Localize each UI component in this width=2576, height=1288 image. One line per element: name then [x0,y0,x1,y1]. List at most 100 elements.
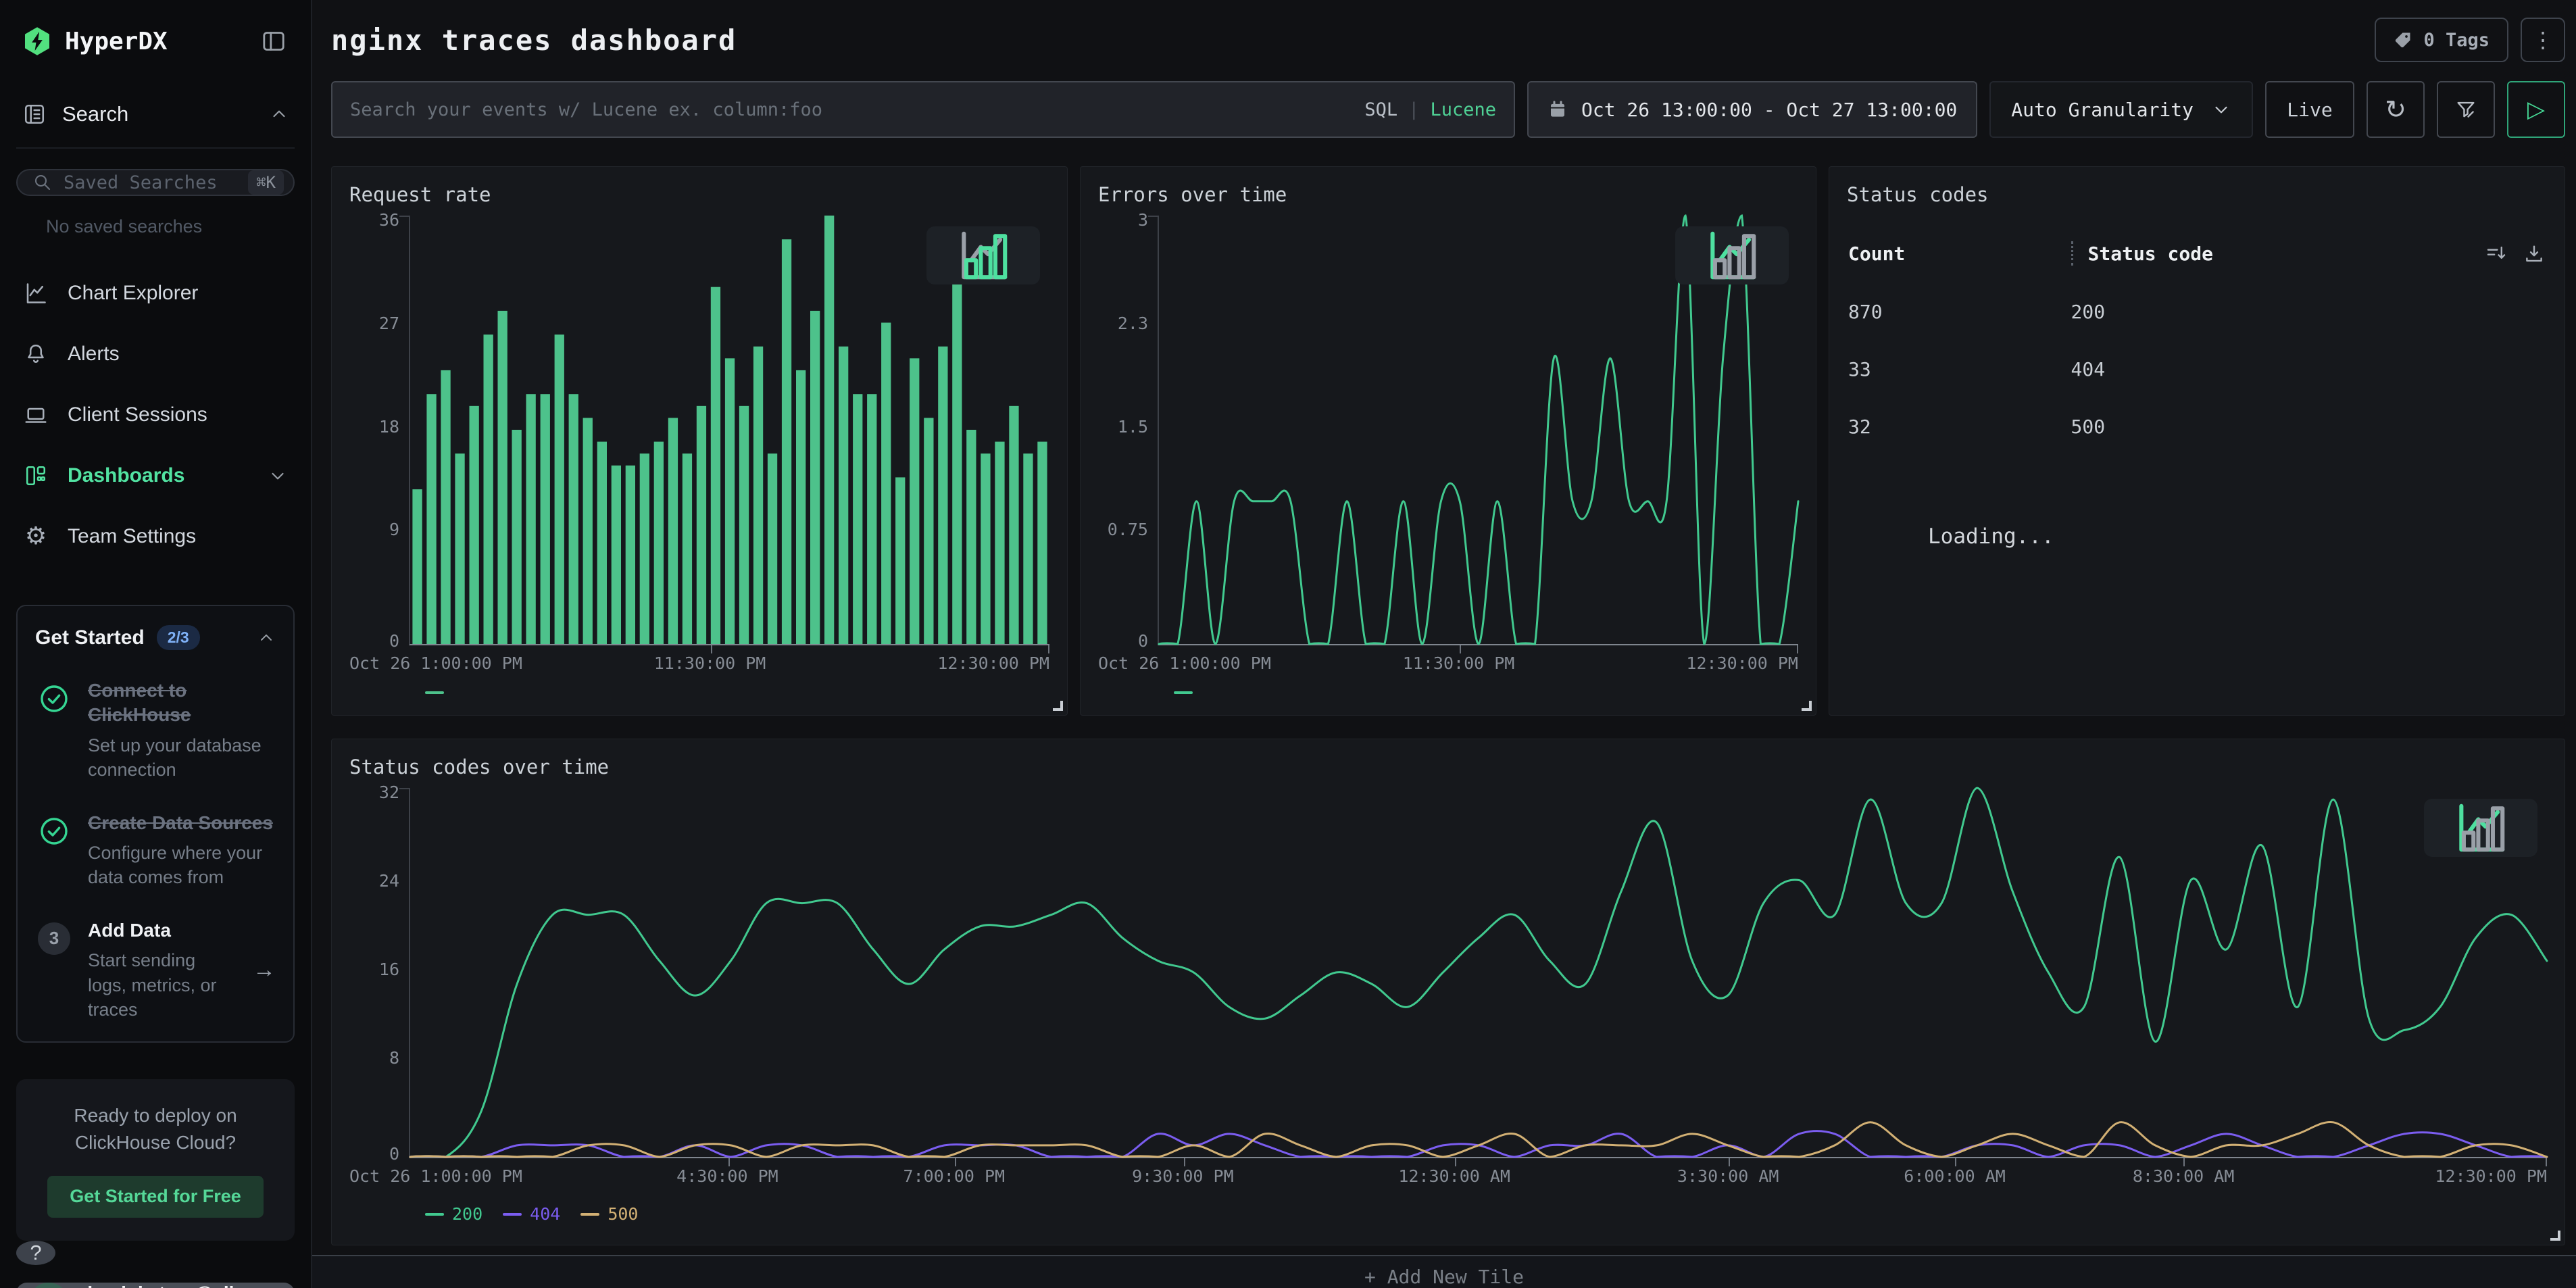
search-section-label: Search [62,102,254,126]
bar [753,347,763,644]
bar [952,228,962,644]
table-row[interactable]: 32500 [1847,416,2547,438]
loading-text: Loading... [1928,524,2547,549]
get-started-step-2[interactable]: Create Data Sources Configure where your… [35,811,276,890]
query-language-toggle[interactable]: SQL | Lucene [1364,99,1496,120]
legend-dash [425,691,444,694]
panel-title: Request rate [349,183,1049,206]
chevron-up-icon[interactable] [257,628,276,647]
tags-button-label: 0 Tags [2423,30,2490,51]
chevron-up-icon[interactable] [269,104,289,124]
bar [455,453,464,644]
bar [966,430,976,644]
table-body: 870200 33404 32500 [1847,301,2547,438]
bar [867,394,876,644]
bar-chart-icon[interactable] [2490,814,2519,842]
y-axis-tick-label: 2.3 [1118,315,1148,332]
sidebar-item-alerts[interactable]: Alerts [16,324,295,385]
panel-errors-over-time: Errors over time 32.31.50.750 Oct 26 1:0… [1080,166,1816,716]
bar [526,394,536,644]
chart-legend [1174,691,1798,694]
bar [668,418,678,644]
chart-view-toggle[interactable] [2424,799,2537,857]
x-axis-labels: Oct 26 1:00:00 PM11:30:00 PM12:30:00 PM [409,653,1049,678]
x-axis-tick-label: 12:30:00 PM [937,653,1049,673]
chevron-down-icon[interactable] [268,466,288,486]
bar-chart-icon[interactable] [993,241,1021,270]
cell-status-code: 500 [2071,416,2547,438]
chevron-down-icon [2211,99,2231,120]
download-icon[interactable] [2523,243,2546,266]
brand-name: HyperDX [65,28,246,55]
resize-handle[interactable] [1053,701,1063,711]
x-axis-tick-label: Oct 26 1:00:00 PM [349,1166,522,1186]
column-header-status-code[interactable]: Status code [2088,243,2547,265]
column-header-count[interactable]: Count [1847,243,2071,265]
sidebar-item-client-sessions[interactable]: Client Sessions [16,385,295,445]
resize-handle[interactable] [2550,1231,2560,1241]
y-axis-tick-label: 1.5 [1118,418,1148,435]
refresh-button[interactable]: ↻ [2367,81,2425,138]
y-axis-tick-label: 0 [389,1145,399,1162]
y-axis-tick-label: 18 [379,418,399,435]
chart-view-toggle[interactable] [1675,226,1789,284]
legend-label: 500 [608,1204,638,1224]
chart-view-toggle[interactable] [926,226,1040,284]
get-started-free-button[interactable]: Get Started for Free [47,1176,264,1218]
sql-toggle[interactable]: SQL [1364,99,1397,120]
bar [824,216,834,644]
add-new-tile-button[interactable]: + Add New Tile [312,1255,2576,1288]
sidebar-item-dashboards[interactable]: Dashboards [16,445,295,506]
x-axis-tick-label: 8:30:00 AM [2133,1166,2235,1186]
x-axis-tick-label: 3:30:00 AM [1677,1166,1779,1186]
sidebar-item-chart-explorer[interactable]: Chart Explorer [16,263,295,324]
bar [725,358,735,644]
bar [1009,406,1018,644]
filter-button[interactable] [2437,81,2495,138]
y-axis: 36271890 [349,216,409,645]
sort-icon[interactable] [2485,243,2508,266]
get-started-step-1[interactable]: Connect to ClickHouse Set up your databa… [35,678,276,783]
granularity-select[interactable]: Auto Granularity [1989,81,2253,138]
table-row[interactable]: 33404 [1847,358,2547,380]
event-search-placeholder: Search your events w/ Lucene ex. column:… [350,99,1354,120]
dashboards-icon [23,463,49,489]
sidebar-section-search[interactable]: Search [16,101,295,149]
x-axis-tick [1729,1158,1730,1166]
check-circle-icon [35,811,73,890]
status-codes-over-time-chart: 32241680 Oct 26 1:00:00 PM4:30:00 PM7:00… [349,788,2547,1224]
table-row[interactable]: 870200 [1847,301,2547,323]
sidebar-item-team-settings[interactable]: ⚙ Team Settings [16,506,295,567]
saved-searches-input[interactable]: Saved Searches ⌘K [16,169,295,196]
live-button[interactable]: Live [2265,81,2354,138]
y-axis-tick-label: 8 [389,1049,399,1066]
x-axis-tick [1955,1158,1956,1166]
help-button[interactable]: ? [16,1241,55,1265]
panel-request-rate: Request rate 36271890 Oct 26 1:00:00 PM1… [331,166,1068,716]
get-started-step-3[interactable]: 3 Add Data Start sending logs, metrics, … [35,918,276,1022]
refresh-icon: ↻ [2385,95,2406,125]
x-axis-tick-label: 4:30:00 PM [676,1166,778,1186]
x-axis-tick [1797,645,1798,653]
bar [512,430,522,644]
run-query-button[interactable]: ▷ [2507,81,2565,138]
kebab-menu-button[interactable]: ⋮ [2521,18,2565,62]
tags-button[interactable]: 0 Tags [2375,18,2508,62]
lucene-toggle[interactable]: Lucene [1430,99,1496,120]
cell-status-code: 404 [2071,358,2547,380]
panel-status-codes: Status codes Count Status code 870200334… [1829,166,2565,716]
date-range-picker[interactable]: Oct 26 13:00:00 - Oct 27 13:00:00 [1527,81,1977,138]
resize-handle[interactable] [1802,701,1812,711]
bar-chart-icon[interactable] [1741,241,1770,270]
bar [782,239,791,644]
event-search-input[interactable]: Search your events w/ Lucene ex. column:… [331,81,1515,138]
bar [796,370,806,644]
column-divider[interactable] [2071,241,2073,266]
y-axis: 32.31.50.750 [1098,216,1158,645]
user-account-button[interactable]: D dominic.tran@clic... dominic.tran@clic… [16,1283,295,1288]
y-axis-tick-label: 32 [379,784,399,801]
sidebar-item-label: Team Settings [68,525,288,548]
sidebar-item-label: Alerts [68,343,288,366]
bar [569,394,578,644]
sidebar-collapse-icon[interactable] [258,26,289,57]
